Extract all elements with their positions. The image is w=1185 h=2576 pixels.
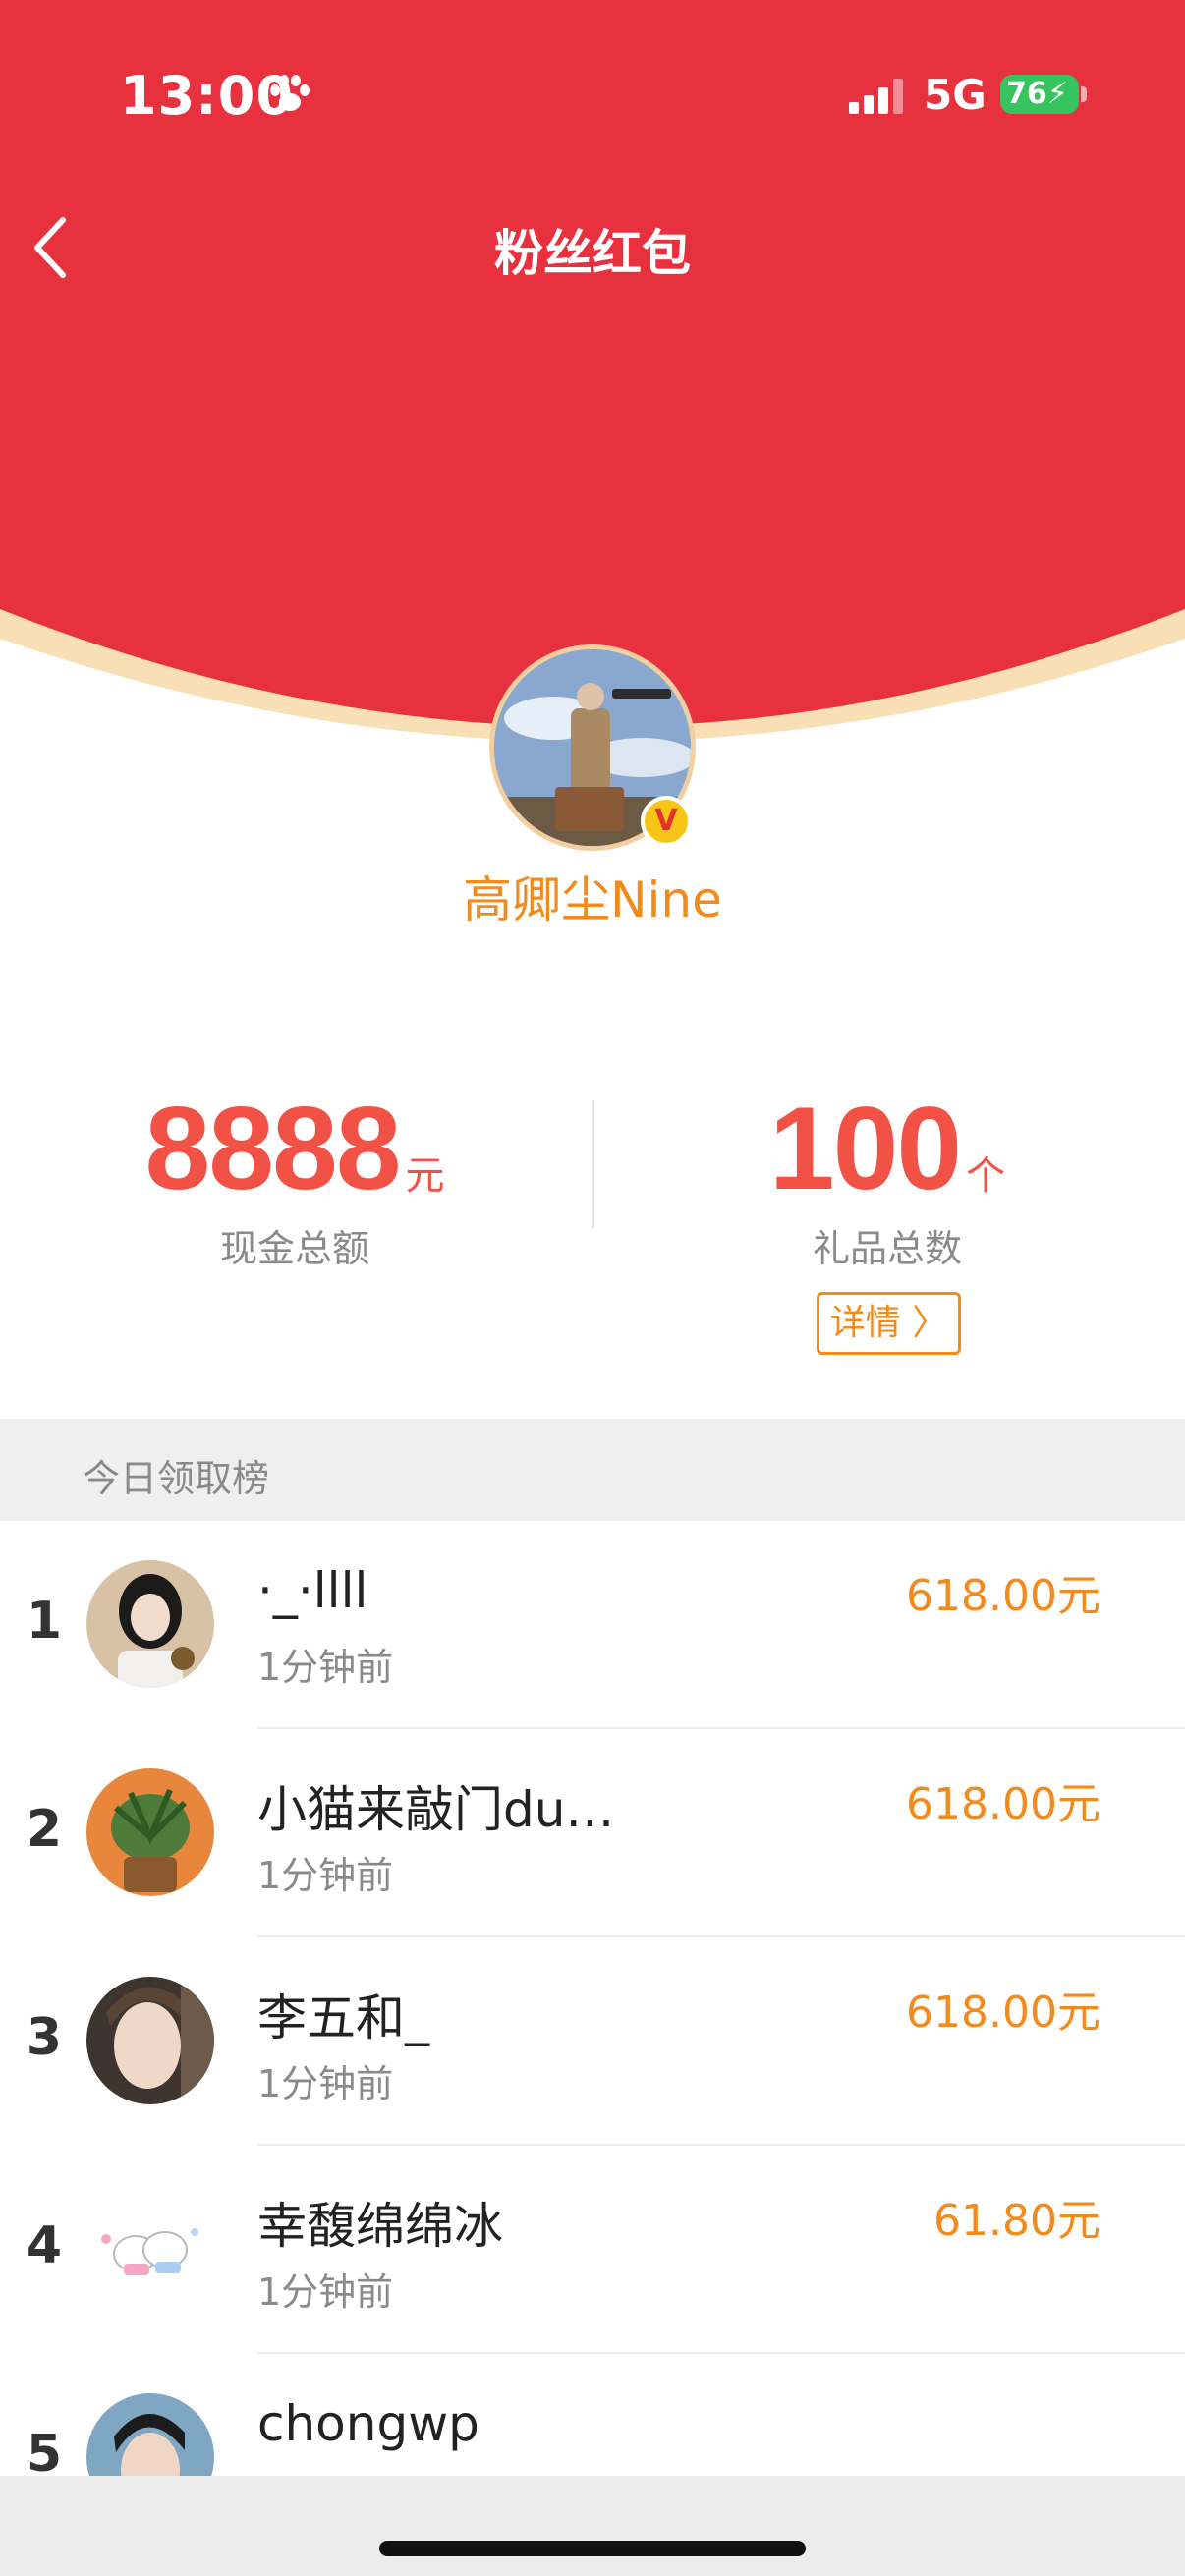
list-item[interactable]: 3 李五和_ 1分钟前 618.00元 (0, 1937, 1185, 2146)
ranking-title: 今日领取榜 (83, 1457, 270, 1500)
verified-badge: V (641, 796, 692, 847)
claim-time: 1分钟前 (257, 2270, 394, 2314)
host-name[interactable]: 高卿尘Nine (0, 861, 1185, 931)
signal-icon (849, 79, 903, 114)
rank-number: 3 (26, 2008, 63, 2067)
avatar (86, 1768, 214, 1896)
list-item[interactable]: 4 幸馥绵绵冰 1分钟前 61.80元 (0, 2146, 1185, 2354)
claim-amount: 61.80元 (933, 2196, 1100, 2246)
gift-total-stat: 100 个 礼品总数 (592, 1081, 1182, 1272)
battery-icon: 76⚡ (1000, 75, 1079, 114)
claim-time: 1分钟前 (257, 1646, 394, 1689)
status-bar: 13:00 5G 76⚡ (0, 59, 1185, 138)
list-item[interactable]: 1 ·_·llll 1分钟前 618.00元 (0, 1521, 1185, 1729)
list-item[interactable]: 2 小猫来敲门du… 1分钟前 618.00元 (0, 1729, 1185, 1937)
cash-total-stat: 8888 元 现金总额 (0, 1081, 590, 1272)
avatar (86, 2185, 214, 2313)
details-button[interactable]: 详情 〉 (817, 1292, 961, 1355)
network-type: 5G (924, 71, 987, 119)
user-name: chongwp (257, 2395, 480, 2452)
rank-number: 2 (26, 1800, 63, 1859)
rank-number: 1 (26, 1592, 63, 1651)
user-name: 李五和_ (257, 1989, 429, 2046)
ranking-header: 今日领取榜 (0, 1419, 1185, 1521)
cash-total-value: 8888 (144, 1083, 402, 1214)
cash-unit: 元 (405, 1153, 445, 1199)
gift-total-label: 礼品总数 (812, 1227, 962, 1270)
claim-time: 1分钟前 (257, 1854, 394, 1897)
bottom-safe-area (0, 2476, 1185, 2576)
page-title: 粉丝红包 (494, 225, 691, 282)
battery-tip (1081, 86, 1087, 102)
rank-number: 4 (26, 2216, 63, 2275)
cash-total-label: 现金总额 (219, 1227, 369, 1270)
user-name: ·_·llll (257, 1562, 368, 1619)
rank-number: 5 (26, 2425, 63, 2484)
claim-time: 1分钟前 (257, 2062, 394, 2105)
claim-amount: 618.00元 (906, 1988, 1100, 2038)
battery-level: 76 (1006, 77, 1047, 111)
home-indicator[interactable] (379, 2541, 806, 2556)
avatar (86, 1977, 214, 2104)
claim-amount: 618.00元 (906, 1779, 1100, 1829)
paw-icon (270, 75, 310, 111)
avatar (86, 1560, 214, 1688)
user-name: 小猫来敲门du… (257, 1781, 615, 1838)
gift-total-value: 100 (768, 1083, 962, 1214)
claim-amount: 618.00元 (906, 1571, 1100, 1621)
user-name: 幸馥绵绵冰 (257, 2198, 503, 2255)
gift-unit: 个 (966, 1153, 1006, 1199)
